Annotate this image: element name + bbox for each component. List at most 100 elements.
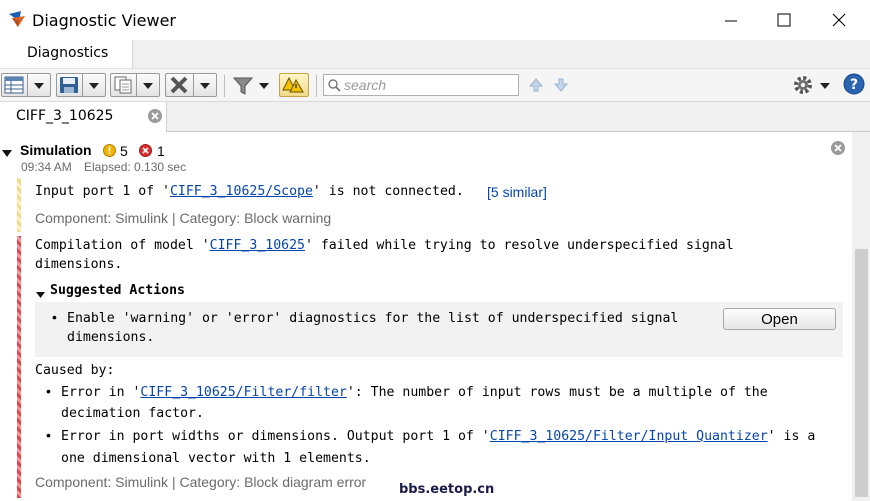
svg-text:?: ? xyxy=(850,77,858,93)
suggested-actions-toggle[interactable] xyxy=(36,287,45,302)
tab-diagnostics[interactable]: Diagnostics xyxy=(0,40,133,68)
suggestion-line-2: dimensions. xyxy=(67,330,155,345)
next-result-button[interactable] xyxy=(553,77,571,95)
error-line-2: dimensions. xyxy=(35,257,123,272)
simulation-collapse-toggle[interactable] xyxy=(2,146,12,161)
search-input[interactable] xyxy=(344,76,514,94)
chevron-down-icon xyxy=(259,83,269,89)
save-menu-button[interactable] xyxy=(82,73,106,97)
simulation-title: Simulation xyxy=(20,142,92,158)
triangle-down-icon xyxy=(2,150,12,157)
title-bar: Diagnostic Viewer xyxy=(0,0,870,40)
help-icon: ? xyxy=(843,73,865,95)
group-warnings-toggle[interactable] xyxy=(279,73,309,97)
chevron-down-icon xyxy=(143,83,153,89)
previous-result-button[interactable] xyxy=(528,77,546,95)
tab-diagnostics-label: Diagnostics xyxy=(27,45,109,61)
document-tab-label: CIFF_3_10625 xyxy=(16,108,114,124)
error-model-link[interactable]: CIFF_3_10625 xyxy=(210,238,305,253)
warning-group-icon xyxy=(282,76,304,93)
watermark: bbs.eetop.cn xyxy=(399,482,495,497)
clear-icon xyxy=(170,76,188,94)
error-count: 1 xyxy=(157,143,165,159)
open-button[interactable]: Open xyxy=(723,308,836,330)
diagnostics-content: Simulation 5 1 09:34 AM Elapsed: 0.130 s… xyxy=(0,132,852,501)
suggested-actions-title: Suggested Actions xyxy=(50,283,185,298)
chevron-down-icon xyxy=(820,83,830,89)
cause-2-text-before: Error in port widths or dimensions. Outp… xyxy=(61,429,490,444)
search-icon xyxy=(328,79,341,92)
cause-2-line-2: one dimensional vector with 1 elements. xyxy=(61,451,371,466)
table-view-button[interactable] xyxy=(1,73,27,97)
down-arrow-icon xyxy=(553,78,569,92)
copy-button[interactable] xyxy=(110,73,136,97)
cause-2-text-after: ' is a xyxy=(767,429,816,444)
save-button[interactable] xyxy=(56,73,82,97)
simulation-time: 09:34 AM xyxy=(21,160,72,174)
cause-1-line-1: Error in 'CIFF_3_10625/Filter/filter': T… xyxy=(61,385,768,400)
copy-icon xyxy=(114,76,132,94)
save-icon xyxy=(60,77,78,93)
window-title: Diagnostic Viewer xyxy=(32,11,176,30)
table-view-icon xyxy=(4,76,24,94)
search-box[interactable] xyxy=(323,74,519,96)
table-view-menu-button[interactable] xyxy=(27,73,51,97)
error-text-before: Compilation of model ' xyxy=(35,238,210,253)
minimize-button[interactable] xyxy=(708,5,754,35)
copy-menu-button[interactable] xyxy=(136,73,160,97)
chevron-down-icon xyxy=(34,83,44,89)
error-meta: Component: Simulink | Category: Block di… xyxy=(35,474,367,490)
warning-text-after: ' is not connected. xyxy=(312,184,464,199)
toolbar-divider xyxy=(224,75,225,97)
error-count-icon xyxy=(139,144,152,157)
error-text-after: ' failed while trying to resolve undersp… xyxy=(304,238,734,253)
bullet: • xyxy=(46,383,51,399)
up-arrow-icon xyxy=(528,78,544,92)
clear-button[interactable] xyxy=(165,73,193,97)
maximize-button[interactable] xyxy=(761,5,807,35)
help-button[interactable]: ? xyxy=(843,73,865,95)
gear-icon xyxy=(794,76,812,94)
warning-count: 5 xyxy=(120,143,128,159)
warning-block-link[interactable]: CIFF_3_10625/Scope xyxy=(170,184,313,199)
warning-text-before: Input port 1 of ' xyxy=(35,184,170,199)
similar-warnings-link[interactable]: [5 similar] xyxy=(487,184,547,200)
close-icon xyxy=(832,13,846,27)
cause-1-text-after: ': The number of input rows must be a mu… xyxy=(346,385,768,400)
cause-2-line-1: Error in port widths or dimensions. Outp… xyxy=(61,429,815,444)
warning-count-icon xyxy=(103,144,116,157)
clear-menu-button[interactable] xyxy=(193,73,217,97)
close-window-button[interactable] xyxy=(816,5,862,35)
cause-2-link[interactable]: CIFF_3_10625/Filter/Input Quantizer xyxy=(490,429,768,444)
filter-button[interactable] xyxy=(230,74,270,98)
warning-meta: Component: Simulink | Category: Block wa… xyxy=(35,210,332,226)
warning-stripe xyxy=(17,178,21,232)
error-line-1: Compilation of model 'CIFF_3_10625' fail… xyxy=(35,238,734,253)
suggestion-line-1: Enable 'warning' or 'error' diagnostics … xyxy=(67,311,679,326)
vertical-scrollbar[interactable] xyxy=(852,132,870,501)
main-tab-strip: Diagnostics xyxy=(0,40,870,68)
cause-1-line-2: decimation factor. xyxy=(61,406,204,421)
cause-1-link[interactable]: CIFF_3_10625/Filter/filter xyxy=(140,385,346,400)
settings-button[interactable] xyxy=(792,74,832,98)
chevron-down-icon xyxy=(89,83,99,89)
simulation-elapsed: Elapsed: 0.130 sec xyxy=(84,160,187,174)
triangle-down-icon xyxy=(36,292,45,298)
document-tab-strip: CIFF_3_10625 xyxy=(0,102,870,132)
chevron-down-icon xyxy=(200,83,210,89)
bullet: • xyxy=(46,427,51,443)
bullet: • xyxy=(52,309,57,325)
matlab-icon xyxy=(9,11,25,27)
minimize-icon xyxy=(725,20,737,22)
cause-1-text-before: Error in ' xyxy=(61,385,141,400)
filter-icon xyxy=(232,77,254,95)
toolbar-divider xyxy=(316,75,317,97)
maximize-icon xyxy=(777,13,791,27)
scrollbar-thumb[interactable] xyxy=(855,249,868,497)
warning-message: Input port 1 of 'CIFF_3_10625/Scope' is … xyxy=(35,184,464,199)
close-simulation-icon[interactable] xyxy=(830,140,846,156)
caused-by-label: Caused by: xyxy=(35,363,115,378)
close-tab-icon[interactable] xyxy=(147,108,163,124)
tab-ciff-3-10625[interactable]: CIFF_3_10625 xyxy=(0,102,167,132)
error-stripe xyxy=(17,236,21,498)
